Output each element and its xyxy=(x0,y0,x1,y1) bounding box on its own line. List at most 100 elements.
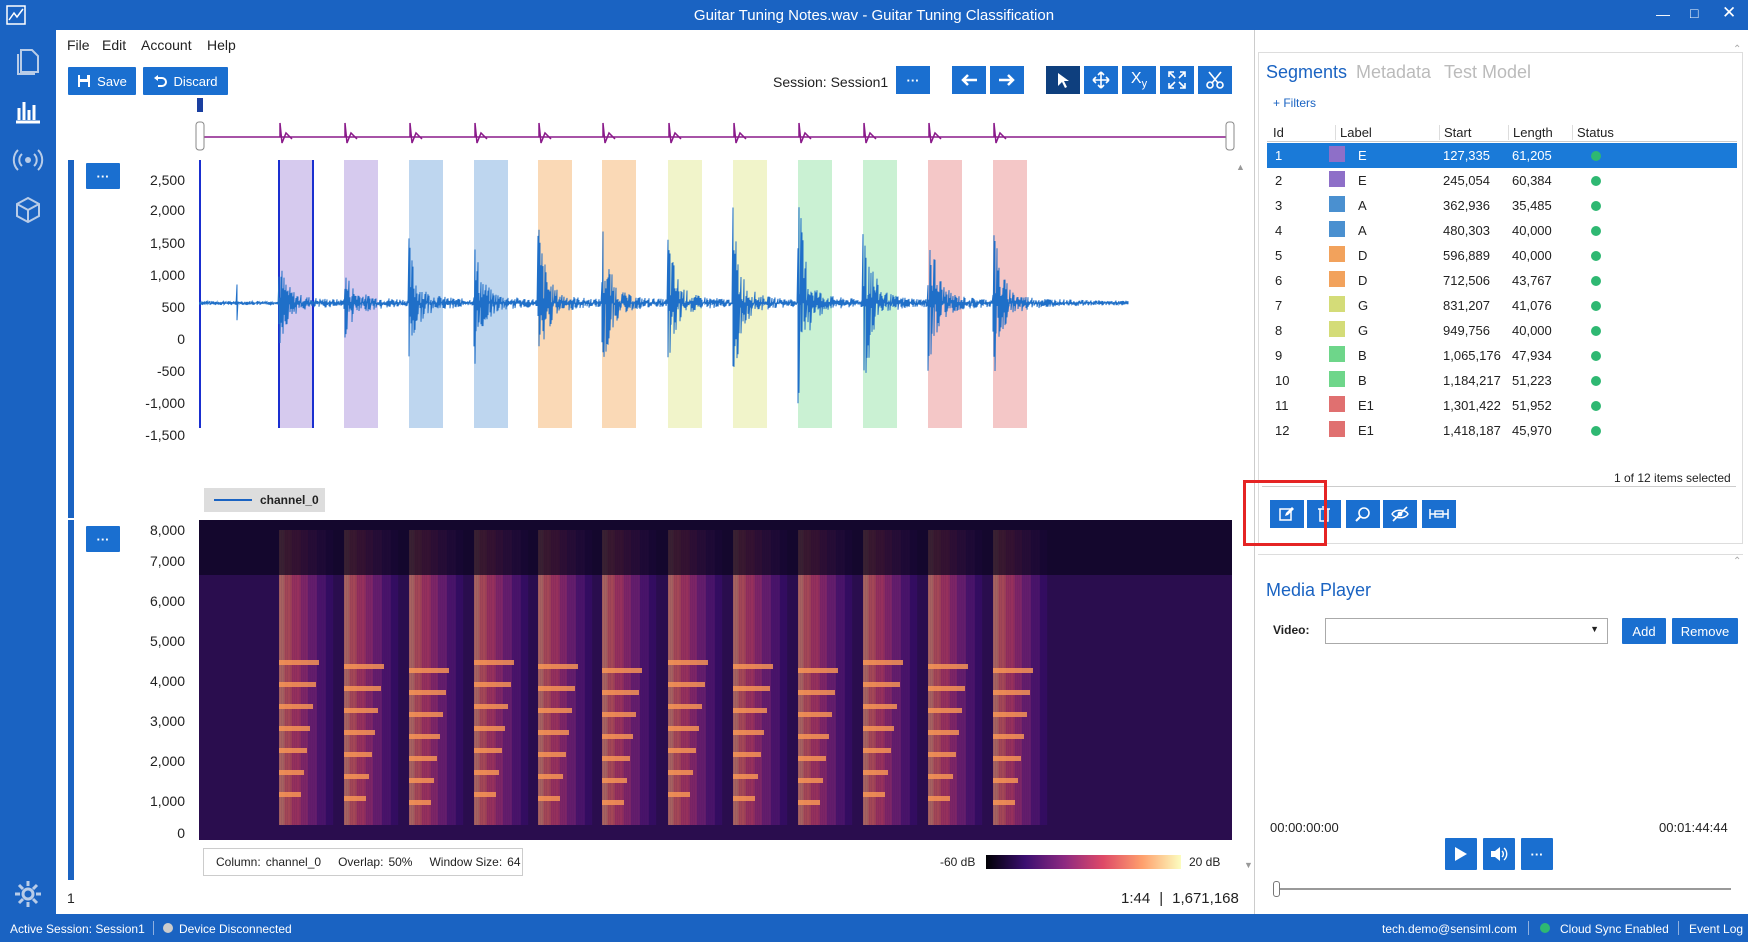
col-id[interactable]: Id xyxy=(1273,125,1284,140)
time-readout: 1:44 xyxy=(1121,890,1151,907)
table-row[interactable]: 10 B 1,184,217 51,223 xyxy=(1267,368,1737,393)
harmonic-band xyxy=(993,712,1027,717)
overview-scrubber[interactable] xyxy=(190,97,1240,157)
cell-length: 35,485 xyxy=(1512,198,1552,213)
cell-id: 2 xyxy=(1275,173,1283,188)
add-video-button[interactable]: Add xyxy=(1622,618,1666,644)
minimize-button[interactable]: — xyxy=(1656,6,1670,22)
table-row[interactable]: 3 A 362,936 35,485 xyxy=(1267,193,1737,218)
collapse-media-icon[interactable]: ⌃ xyxy=(1733,556,1741,567)
zoom-segment-button[interactable] xyxy=(1346,500,1380,528)
col-start[interactable]: Start xyxy=(1439,125,1471,140)
event-log-link[interactable]: Event Log xyxy=(1689,922,1743,936)
samples-readout: 1,671,168 xyxy=(1172,890,1239,907)
title-bar: Guitar Tuning Notes.wav - Guitar Tuning … xyxy=(0,0,1748,30)
volume-button[interactable] xyxy=(1483,838,1515,870)
user-email[interactable]: tech.demo@sensiml.com xyxy=(1382,922,1517,936)
overview-spike xyxy=(279,122,293,144)
fit-to-view-button[interactable] xyxy=(1160,66,1194,94)
range-left-handle[interactable] xyxy=(195,121,205,151)
harmonic-band xyxy=(668,792,690,797)
data-explorer-icon[interactable] xyxy=(12,94,44,126)
table-row[interactable]: 4 A 480,303 40,000 xyxy=(1267,218,1737,243)
move-tool-button[interactable] xyxy=(1084,66,1118,94)
media-seek-track[interactable] xyxy=(1273,888,1731,890)
cell-label: E xyxy=(1358,173,1367,188)
settings-gear-icon[interactable] xyxy=(12,878,44,910)
fit-segment-button[interactable] xyxy=(1422,500,1456,528)
undo-icon xyxy=(154,75,168,87)
discard-button[interactable]: Discard xyxy=(143,67,228,95)
play-button[interactable] xyxy=(1445,838,1477,870)
capture-signal-icon[interactable] xyxy=(12,144,44,176)
overview-spike xyxy=(538,122,552,144)
table-row[interactable]: 6 D 712,506 43,767 xyxy=(1267,268,1737,293)
table-row[interactable]: 8 G 949,756 40,000 xyxy=(1267,318,1737,343)
harmonic-band xyxy=(344,664,384,669)
spectrogram-plot[interactable] xyxy=(199,520,1232,840)
filters-link[interactable]: + Filters xyxy=(1273,96,1316,110)
menu-account[interactable]: Account xyxy=(141,37,192,53)
model-cube-icon[interactable] xyxy=(12,194,44,226)
table-row[interactable]: 7 G 831,207 41,076 xyxy=(1267,293,1737,318)
spectrogram-y-axis: 8,000 7,000 6,000 5,000 4,000 3,000 2,00… xyxy=(125,522,185,842)
remove-video-button[interactable]: Remove xyxy=(1672,618,1738,644)
waveform-options-button[interactable]: ··· xyxy=(86,163,120,189)
harmonic-band xyxy=(602,800,624,805)
cell-start: 949,756 xyxy=(1443,323,1490,338)
select-tool-button[interactable] xyxy=(1046,66,1080,94)
session-options-button[interactable]: ··· xyxy=(896,66,930,94)
tab-metadata[interactable]: Metadata xyxy=(1356,62,1431,83)
close-button[interactable]: ✕ xyxy=(1722,3,1736,23)
cloud-sync-status[interactable]: Cloud Sync Enabled xyxy=(1560,922,1669,936)
pan-left-button[interactable] xyxy=(952,66,986,94)
col-length[interactable]: Length xyxy=(1508,125,1553,140)
table-row[interactable]: 11 E1 1,301,422 51,952 xyxy=(1267,393,1737,418)
harmonic-band xyxy=(279,682,316,687)
menu-edit[interactable]: Edit xyxy=(102,37,126,53)
spectrogram-options-button[interactable]: ··· xyxy=(86,526,120,552)
media-player-title: Media Player xyxy=(1266,580,1372,600)
table-row[interactable]: 12 E1 1,418,187 45,970 xyxy=(1267,418,1737,443)
xy-axis-icon: Xy xyxy=(1130,69,1148,91)
video-select[interactable]: ▼ xyxy=(1325,618,1608,644)
waveform-legend[interactable]: channel_0 xyxy=(204,488,325,512)
axis-scale-button[interactable]: Xy xyxy=(1122,66,1156,94)
range-start-marker[interactable] xyxy=(197,98,203,112)
waveform-y-axis: 2,500 2,000 1,500 1,000 500 0 -500 -1,00… xyxy=(125,160,185,480)
y-tick: -1,000 xyxy=(145,395,185,411)
harmonic-band xyxy=(279,792,301,797)
panel-divider[interactable] xyxy=(1254,30,1255,914)
collapse-icon[interactable]: ⌃ xyxy=(1733,44,1741,55)
harmonic-band xyxy=(409,668,449,673)
save-button[interactable]: Save xyxy=(68,67,136,95)
tab-segments[interactable]: Segments xyxy=(1266,62,1347,83)
hide-segment-button[interactable] xyxy=(1383,500,1417,528)
tab-test-model[interactable]: Test Model xyxy=(1444,62,1531,83)
table-row[interactable]: 9 B 1,065,176 47,934 xyxy=(1267,343,1737,368)
table-row[interactable]: 5 D 596,889 40,000 xyxy=(1267,243,1737,268)
media-more-button[interactable]: ··· xyxy=(1521,838,1553,870)
col-status[interactable]: Status xyxy=(1572,125,1614,140)
arrow-left-icon xyxy=(961,74,977,86)
status-ok-icon xyxy=(1591,176,1601,186)
waveform-plot[interactable] xyxy=(199,160,1235,480)
cut-segment-button[interactable] xyxy=(1198,66,1232,94)
harmonic-band xyxy=(668,660,708,665)
scroll-up-icon[interactable]: ▲ xyxy=(1236,162,1245,172)
harmonic-band xyxy=(344,730,375,735)
range-right-handle[interactable] xyxy=(1225,121,1235,151)
menu-help[interactable]: Help xyxy=(207,37,236,53)
col-label[interactable]: Label xyxy=(1335,125,1372,140)
segment-width-icon xyxy=(1429,509,1449,519)
menu-file[interactable]: File xyxy=(67,37,90,53)
pan-right-button[interactable] xyxy=(990,66,1024,94)
project-files-icon[interactable] xyxy=(12,44,44,76)
maximize-button[interactable]: □ xyxy=(1690,5,1698,21)
overview-spike xyxy=(733,122,747,144)
table-row[interactable]: 2 E 245,054 60,384 xyxy=(1267,168,1737,193)
media-seek-thumb[interactable] xyxy=(1273,881,1280,897)
scroll-down-icon[interactable]: ▼ xyxy=(1244,860,1253,870)
table-row[interactable]: 1 E 127,335 61,205 xyxy=(1267,143,1737,168)
time-sample-readout: 1:44 | 1,671,168 xyxy=(1121,890,1239,907)
